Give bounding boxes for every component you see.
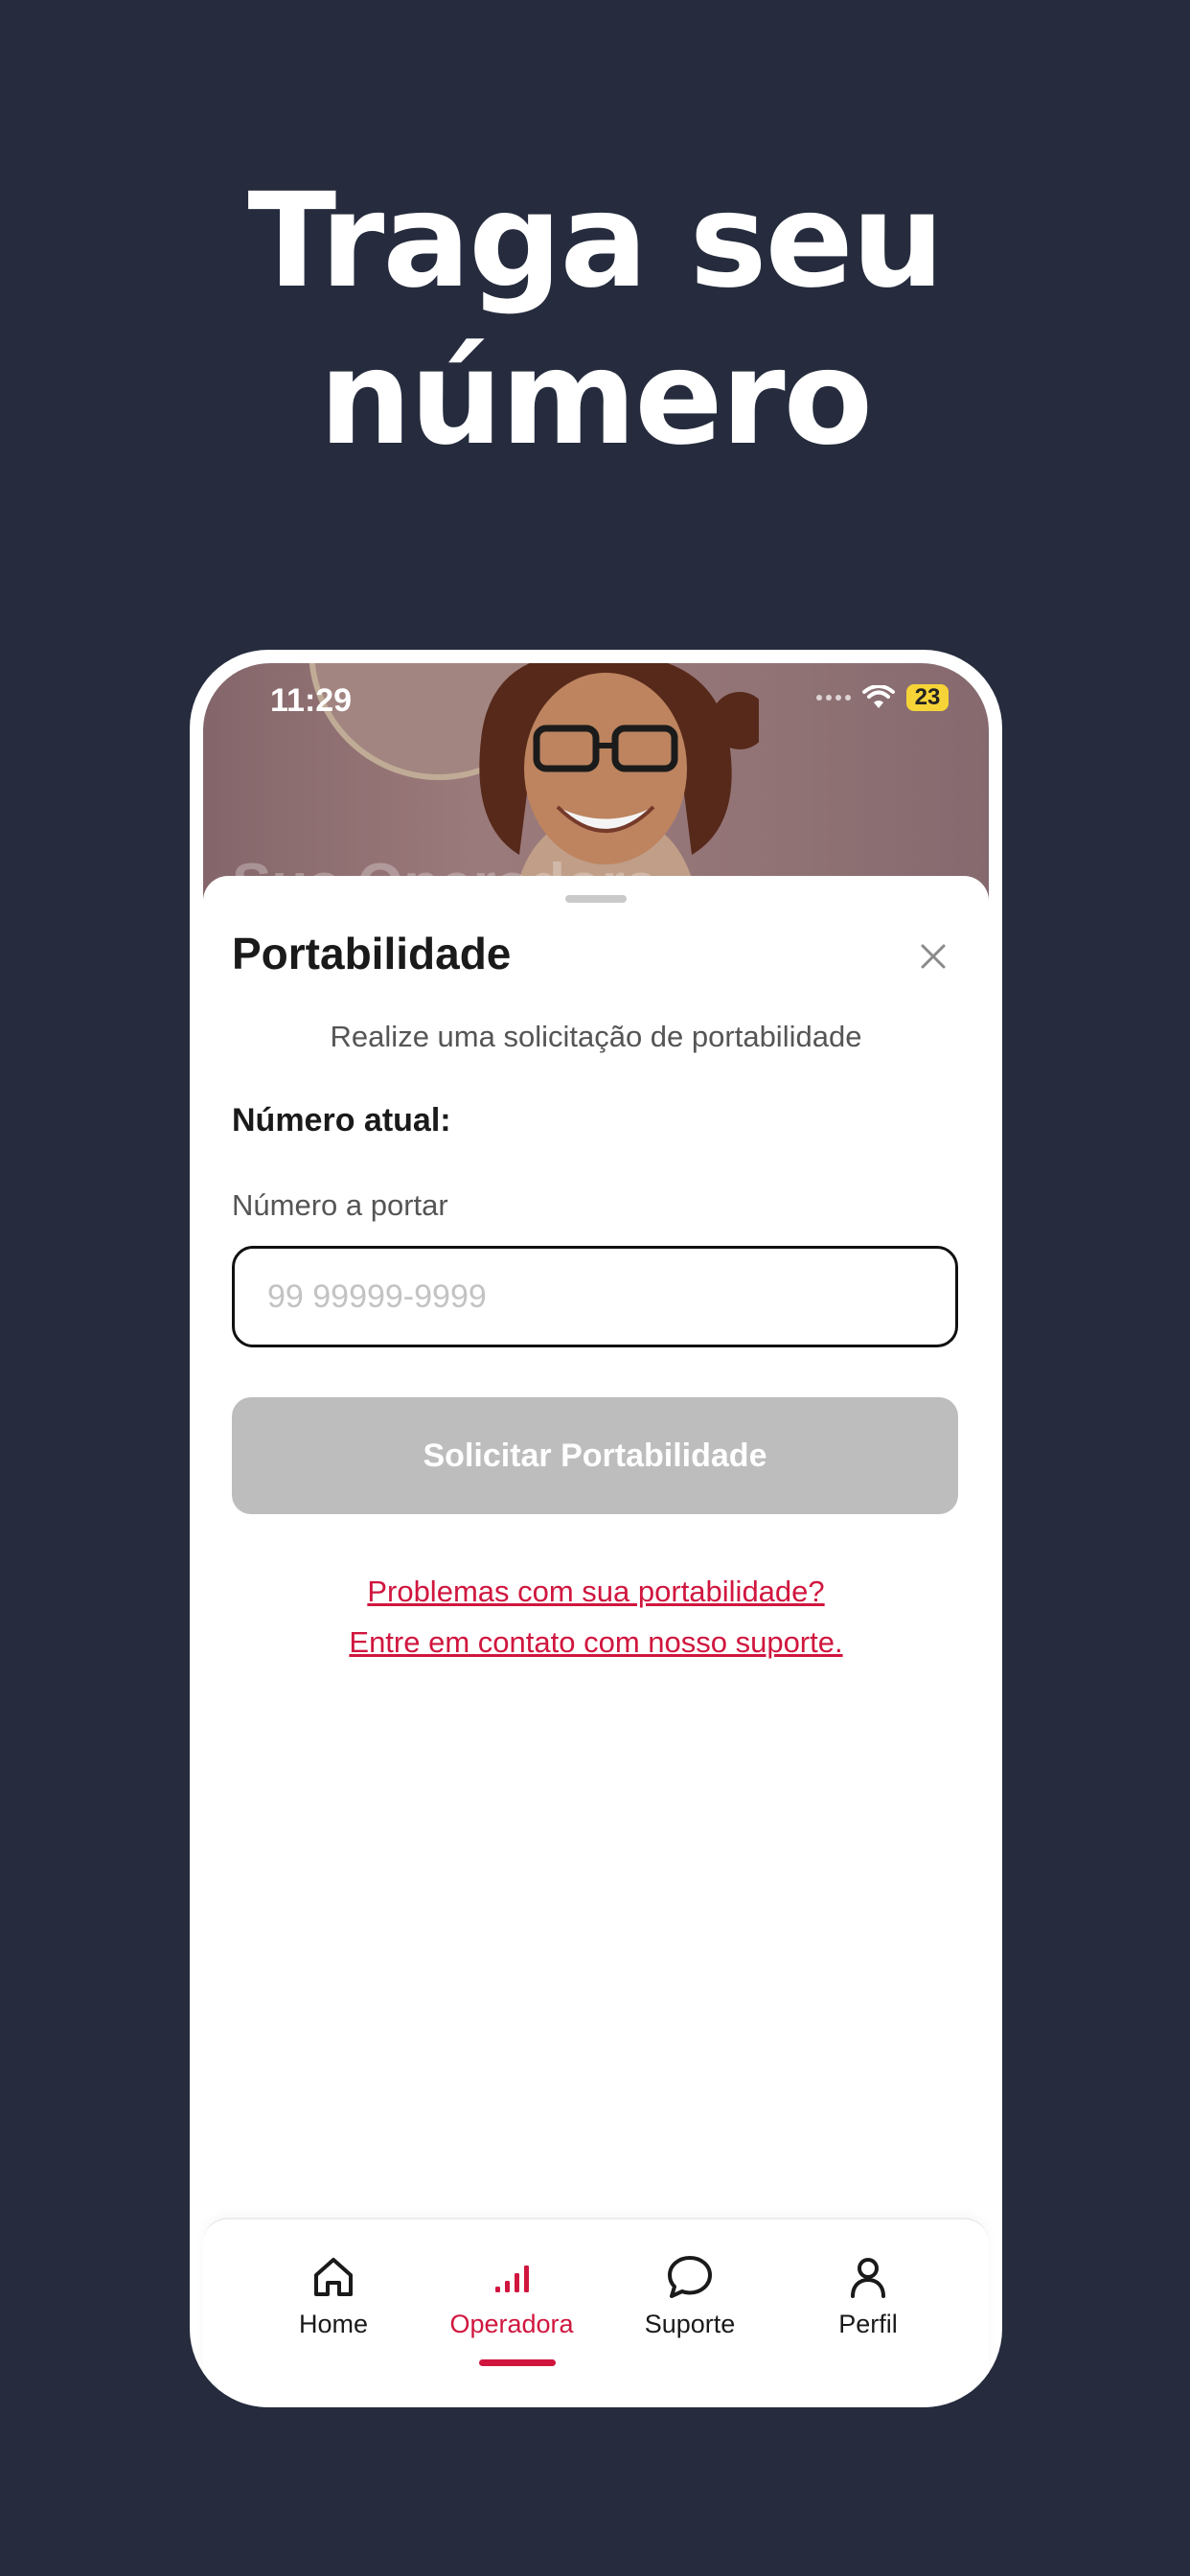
active-tab-indicator	[479, 2359, 556, 2366]
tab-perfil[interactable]: Perfil	[782, 2248, 954, 2339]
phone-frame: Sua Operadora 11:29 23 Portabilidade Rea…	[190, 650, 1002, 2407]
tab-home[interactable]: Home	[247, 2248, 420, 2339]
cellular-signal-icon	[816, 695, 851, 701]
tab-operadora-label: Operadora	[449, 2310, 574, 2338]
current-number-label: Número atual:	[232, 1102, 451, 1138]
contact-support-link[interactable]: Entre em contato com nosso suporte.	[203, 1617, 989, 1668]
tab-suporte[interactable]: Suporte	[604, 2248, 776, 2339]
chat-icon	[668, 2256, 712, 2298]
sheet-title: Portabilidade	[232, 929, 512, 978]
sheet-subtitle: Realize uma solicitação de portabilidade	[330, 1020, 862, 1053]
number-field-label: Número a portar	[232, 1188, 448, 1222]
tab-operadora[interactable]: Operadora	[425, 2248, 598, 2366]
wifi-icon	[862, 685, 895, 708]
request-portability-button[interactable]: Solicitar Portabilidade	[232, 1397, 958, 1514]
headline-line-2: número	[318, 323, 873, 474]
portability-sheet: Portabilidade Realize uma solicitação de…	[203, 876, 989, 2218]
user-icon	[851, 2258, 885, 2298]
support-links: Problemas com sua portabilidade? Entre e…	[203, 1566, 989, 1668]
bottom-tab-bar: Home Operadora Suporte Perfil	[203, 2218, 989, 2407]
tab-perfil-label: Perfil	[838, 2310, 898, 2338]
status-time: 11:29	[270, 682, 353, 719]
signal-icon	[495, 2266, 529, 2292]
headline-line-1: Traga seu	[247, 166, 944, 317]
close-button[interactable]	[914, 937, 952, 976]
headline: Traga seu número	[0, 163, 1190, 477]
close-icon	[921, 944, 946, 969]
status-indicators: 23	[816, 684, 949, 711]
tab-home-label: Home	[298, 2310, 369, 2338]
portability-problems-link[interactable]: Problemas com sua portabilidade?	[203, 1566, 989, 1617]
number-to-port-input[interactable]	[232, 1246, 958, 1347]
home-icon	[314, 2258, 353, 2296]
battery-indicator: 23	[906, 684, 949, 711]
tab-suporte-label: Suporte	[644, 2310, 736, 2338]
sheet-grabber[interactable]	[565, 895, 627, 903]
